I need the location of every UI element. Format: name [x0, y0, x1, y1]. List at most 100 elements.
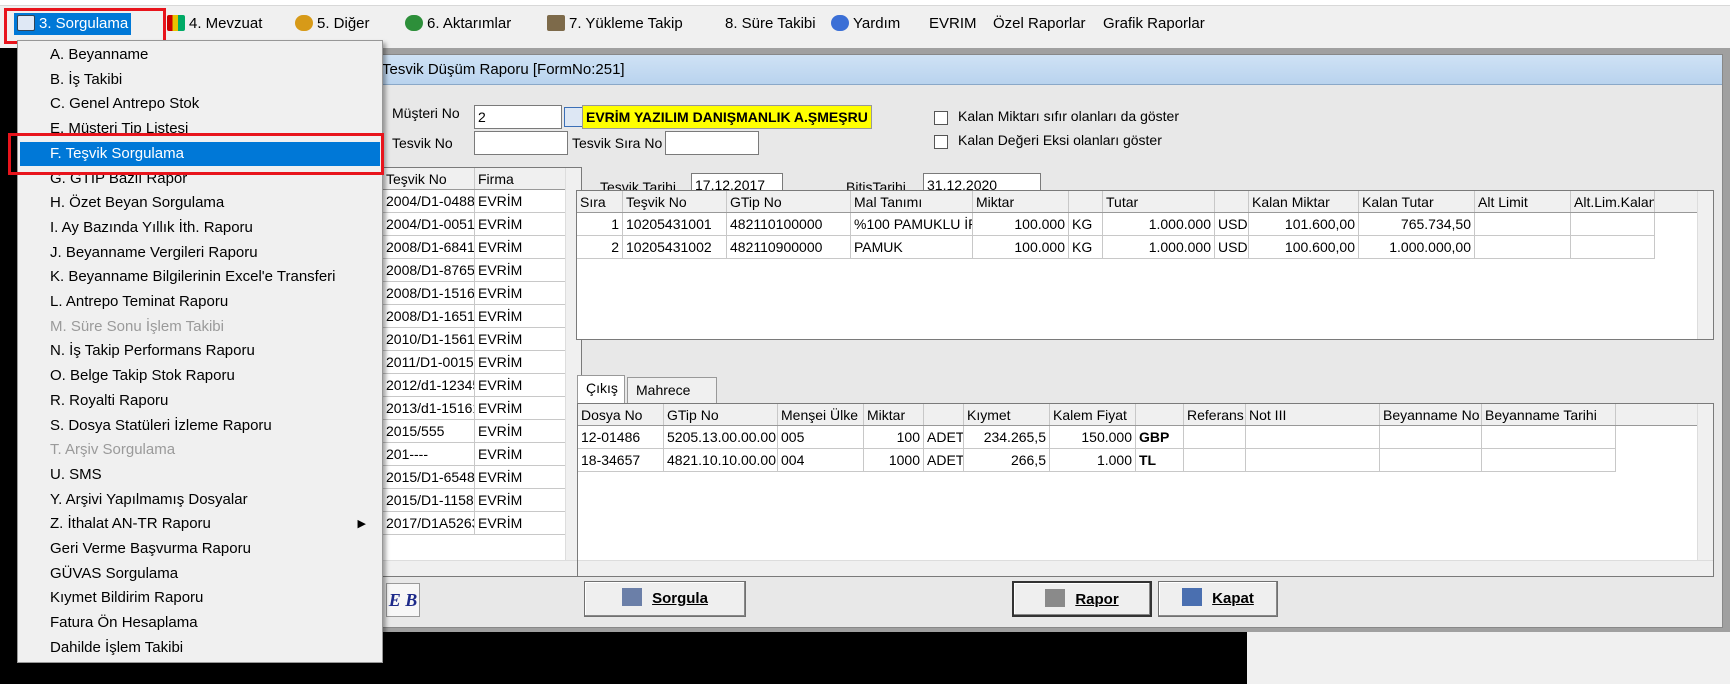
dropdown-item[interactable]: I. Ay Bazında Yıllık İth. Raporu	[20, 216, 380, 240]
menu-diger[interactable]: 5. Diğer	[292, 13, 373, 35]
table-row[interactable]: 2008/D1-15165 EVRİM	[383, 282, 569, 305]
table-row[interactable]: 2011/D1-00159 EVRİM	[383, 351, 569, 374]
dropdown-item[interactable]: L. Antrepo Teminat Raporu	[20, 290, 380, 314]
dropdown-item[interactable]: GÜVAS Sorgulama	[20, 562, 380, 586]
dropdown-item[interactable]: G. GTIP Bazlı Rapor	[20, 167, 380, 191]
table-row[interactable]: 2010/D1-15610 EVRİM	[383, 328, 569, 351]
kapat-button[interactable]: Kapat	[1158, 581, 1278, 617]
menu-yardim[interactable]: Yardım	[828, 13, 903, 35]
bottom-grid-vscroll[interactable]	[1697, 404, 1713, 576]
column-header[interactable]: Tutar	[1103, 191, 1215, 212]
dropdown-item[interactable]: E. Müşteri Tip Listesi	[20, 117, 380, 141]
dropdown-item[interactable]: K. Beyanname Bilgilerinin Excel'e Transf…	[20, 265, 380, 289]
column-header[interactable]: Firma	[475, 168, 569, 189]
dropdown-item[interactable]: Dahilde İşlem Takibi	[20, 636, 380, 660]
table-row[interactable]: 2015/D1-11589 EVRİM	[383, 489, 569, 512]
table-row[interactable]: 2015/555 EVRİM	[383, 420, 569, 443]
menu-grafik-raporlar[interactable]: Grafik Raporlar	[1100, 13, 1208, 35]
tesvik-sira-input[interactable]	[665, 131, 759, 155]
column-header[interactable]: GTip No	[664, 404, 778, 425]
zero-remaining-checkbox[interactable]	[934, 111, 948, 125]
menu-sorgulama[interactable]: 3. Sorgulama	[14, 13, 132, 35]
column-header[interactable]: Kalan Tutar	[1359, 191, 1475, 212]
table-row[interactable]: 2013/d1-15161 EVRİM	[383, 397, 569, 420]
table-cell: %100 PAMUKLU İP	[851, 213, 973, 235]
column-header[interactable]: GTip No	[727, 191, 851, 212]
table-row[interactable]: 2015/D1-65489 EVRİM	[383, 466, 569, 489]
table-row[interactable]: 2008/D1-87659 EVRİM	[383, 259, 569, 282]
musteri-no-input[interactable]: 2	[474, 105, 562, 129]
tab-cikis[interactable]: Çıkış	[577, 375, 625, 403]
dropdown-item[interactable]: Y. Arşivi Yapılmamış Dosyalar	[20, 488, 380, 512]
dropdown-item[interactable]: Geri Verme Başvurma Raporu	[20, 537, 380, 561]
sorgula-button[interactable]: Sorgula	[584, 581, 746, 617]
dropdown-item[interactable]: O. Belge Takip Stok Raporu	[20, 364, 380, 388]
dropdown-item[interactable]: J. Beyanname Vergileri Raporu	[20, 241, 380, 265]
menu-evrim[interactable]: EVRIM	[926, 13, 980, 35]
table-row[interactable]: 201---- EVRİM	[383, 443, 569, 466]
column-header[interactable]	[1136, 404, 1184, 425]
column-header[interactable]: Beyanname No	[1380, 404, 1482, 425]
menu-sure-takibi[interactable]: 8. Süre Takibi	[722, 13, 819, 35]
dropdown-item[interactable]: S. Dosya Statüleri İzleme Raporu	[20, 414, 380, 438]
left-grid-header: Teşvik No Firma	[383, 168, 581, 190]
column-header[interactable]: Kıymet	[964, 404, 1050, 425]
column-header[interactable]: Sıra	[577, 191, 623, 212]
dropdown-item[interactable]: A. Beyanname	[20, 43, 380, 67]
table-row[interactable]: 18-34657 4821.10.10.00.00 004 1000 ADET 266,5…	[578, 449, 1616, 472]
dropdown-item[interactable]: U. SMS	[20, 463, 380, 487]
dropdown-item[interactable]: B. İş Takibi	[20, 68, 380, 92]
column-header[interactable]: Teşvik No	[623, 191, 727, 212]
table-row[interactable]: 2004/D1-04887 EVRİM	[383, 190, 569, 213]
column-header[interactable]: Mal Tanımı	[851, 191, 973, 212]
top-grid-vscroll[interactable]	[1697, 191, 1713, 339]
column-header[interactable]	[1215, 191, 1249, 212]
negative-value-checkbox[interactable]	[934, 135, 948, 149]
dropdown-item[interactable]: R. Royalti Raporu	[20, 389, 380, 413]
column-header[interactable]: Dosya No	[578, 404, 664, 425]
column-header[interactable]: Teşvik No	[383, 168, 475, 189]
left-grid-hscroll[interactable]	[383, 560, 581, 576]
rapor-button[interactable]: Rapor	[1012, 581, 1152, 617]
tesvik-detail-grid[interactable]: Sıra Teşvik No GTip No Mal Tanımı Miktar Tuta…	[576, 190, 1714, 340]
dropdown-item[interactable]: C. Genel Antrepo Stok	[20, 92, 380, 116]
table-row[interactable]: 2012/d1-12345 EVRİM	[383, 374, 569, 397]
dropdown-item-label: Geri Verme Başvurma Raporu	[50, 540, 251, 557]
column-header[interactable]: Not III	[1246, 404, 1380, 425]
column-header[interactable]	[924, 404, 964, 425]
column-header[interactable]: Referans	[1184, 404, 1246, 425]
dropdown-item[interactable]: Fatura Ön Hesaplama	[20, 611, 380, 635]
table-row[interactable]: 2008/D1-16510 EVRİM	[383, 305, 569, 328]
column-header[interactable]: Miktar	[973, 191, 1069, 212]
tab-mahrece-iade[interactable]: Mahrece İade	[627, 377, 717, 422]
column-header[interactable]	[1069, 191, 1103, 212]
musteri-no-label: Müşteri No	[392, 105, 460, 121]
table-row[interactable]: 12-01486 5205.13.00.00.00 005 100 ADET 234.26…	[578, 426, 1616, 449]
table-row[interactable]: 2008/D1-68412 EVRİM	[383, 236, 569, 259]
column-header[interactable]: Menşei Ülke	[778, 404, 864, 425]
dropdown-item[interactable]: Z. İthalat AN-TR Raporu ▶	[20, 512, 380, 536]
dropdown-item[interactable]: H. Özet Beyan Sorgulama	[20, 191, 380, 215]
menu-ozel-raporlar[interactable]: Özel Raporlar	[990, 13, 1089, 35]
menu-yukleme-takip[interactable]: 7. Yükleme Takip	[544, 13, 686, 35]
menu-mevzuat[interactable]: 4. Mevzuat	[164, 13, 265, 35]
column-header[interactable]: Beyanname Tarihi	[1482, 404, 1616, 425]
table-row[interactable]: 2 10205431002 482110900000 PAMUK 100.000 KG 1.…	[577, 236, 1655, 259]
table-cell: EVRİM	[475, 397, 569, 419]
menu-aktarimlar[interactable]: 6. Aktarımlar	[402, 13, 514, 35]
dropdown-item[interactable]: Kıymet Bildirim Raporu	[20, 586, 380, 610]
column-header[interactable]: Alt.Lim.Kalan	[1571, 191, 1655, 212]
table-row[interactable]: 2004/D1-00514 EVRİM	[383, 213, 569, 236]
table-row[interactable]: 1 10205431001 482110100000 %100 PAMUKLU İP 1…	[577, 213, 1655, 236]
tesvik-list-grid[interactable]: Teşvik No Firma 2004/D1-04887 EVRİM 2004/D…	[382, 167, 582, 577]
tesvik-no-input[interactable]	[474, 131, 568, 155]
dropdown-item[interactable]: F. Teşvik Sorgulama	[20, 141, 380, 166]
bottom-grid-hscroll[interactable]	[578, 560, 1713, 576]
table-row[interactable]: 2017/D1A5263 EVRİM	[383, 512, 569, 535]
column-header[interactable]: Miktar	[864, 404, 924, 425]
column-header[interactable]: Alt Limit	[1475, 191, 1571, 212]
cikis-grid[interactable]: Dosya No GTip No Menşei Ülke Miktar Kıymet Ka…	[577, 403, 1714, 577]
column-header[interactable]: Kalem Fiyat	[1050, 404, 1136, 425]
column-header[interactable]: Kalan Miktar	[1249, 191, 1359, 212]
dropdown-item[interactable]: N. İş Takip Performans Raporu	[20, 339, 380, 363]
